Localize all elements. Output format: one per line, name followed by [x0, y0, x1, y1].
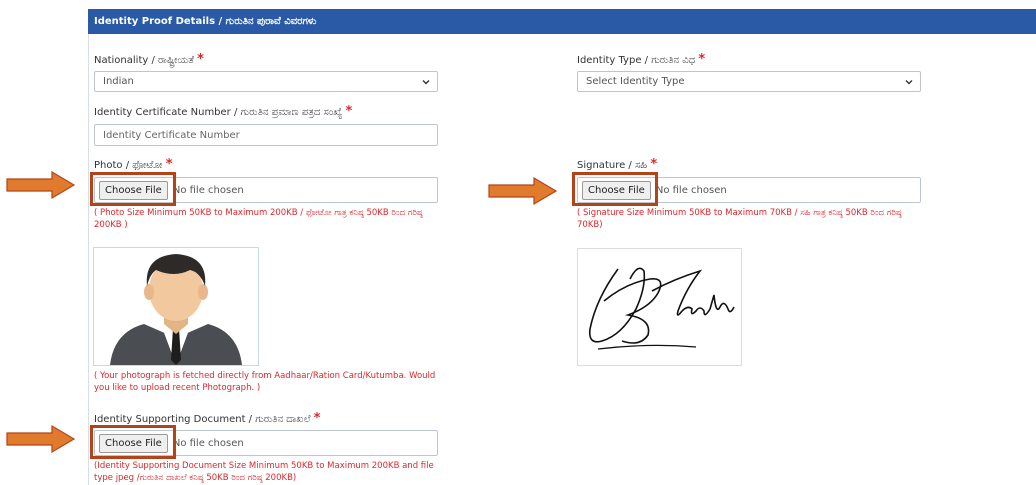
- certificate-number-label: Identity Certificate Number / ಗುರುತಿನ ಪ್…: [94, 104, 352, 119]
- supporting-document-button-highlight: [90, 425, 176, 459]
- arrow-right-icon: [488, 176, 558, 206]
- section-header: Identity Proof Details / ಗುರುತಿನ ಪುರಾವೆ …: [88, 9, 1036, 34]
- required-asterisk: *: [698, 52, 706, 67]
- required-asterisk: *: [345, 104, 353, 119]
- photo-preview: [93, 247, 259, 366]
- chevron-down-icon: [905, 79, 913, 84]
- nationality-label-text: Nationality / ರಾಷ್ಟ್ರೀಯತೆ: [94, 55, 194, 66]
- signature-image: [588, 267, 735, 350]
- identity-type-label: Identity Type / ಗುರುತಿನ ವಿಧ *: [577, 52, 705, 67]
- nationality-select[interactable]: Indian: [94, 71, 438, 92]
- photo-label-text: Photo / ಫೋಟೋ: [94, 160, 163, 171]
- required-asterisk: *: [313, 411, 321, 426]
- identity-type-select-value: Select Identity Type: [586, 76, 685, 87]
- supporting-document-file-status: No file chosen: [172, 437, 244, 449]
- signature-size-note: ( Signature Size Minimum 50KB to Maximum…: [577, 208, 902, 230]
- required-asterisk: *: [197, 52, 204, 67]
- certificate-number-label-text: Identity Certificate Number / ಗುರುತಿನ ಪ್…: [94, 107, 343, 118]
- required-asterisk: *: [650, 157, 658, 172]
- supporting-document-label: Identity Supporting Document / ಗುರುತಿನ ದ…: [94, 411, 320, 426]
- signature-label-text: Signature / ಸಹಿ: [577, 160, 648, 171]
- arrow-right-icon: [6, 424, 76, 454]
- certificate-number-placeholder: Identity Certificate Number: [103, 129, 240, 141]
- photo-fetched-note: ( Your photograph is fetched directly fr…: [94, 371, 436, 393]
- photo-file-status: No file chosen: [172, 184, 244, 196]
- photo-size-note: ( Photo Size Minimum 50KB to Maximum 200…: [94, 208, 423, 230]
- certificate-number-input[interactable]: Identity Certificate Number: [94, 124, 438, 146]
- arrow-right-icon: [6, 170, 76, 200]
- photo-button-highlight: [90, 172, 176, 206]
- nationality-label: Nationality / ರಾಷ್ಟ್ರೀಯತೆ *: [94, 52, 204, 67]
- nationality-select-value: Indian: [103, 76, 134, 87]
- identity-type-label-text: Identity Type / ಗುರುತಿನ ವಿಧ: [577, 55, 696, 66]
- section-border: [88, 34, 89, 485]
- signature-button-highlight: [572, 172, 658, 206]
- signature-preview: [577, 248, 742, 366]
- supporting-document-size-note: (Identity Supporting Document Size Minim…: [94, 461, 434, 483]
- identity-type-select[interactable]: Select Identity Type: [577, 71, 921, 92]
- signature-label: Signature / ಸಹಿ *: [577, 157, 657, 172]
- required-asterisk: *: [165, 157, 173, 172]
- chevron-down-icon: [422, 79, 430, 84]
- person-avatar-icon: [110, 254, 242, 365]
- supporting-document-label-text: Identity Supporting Document / ಗುರುತಿನ ದ…: [94, 414, 311, 425]
- signature-file-status: No file chosen: [655, 184, 727, 196]
- photo-label: Photo / ಫೋಟೋ *: [94, 157, 173, 172]
